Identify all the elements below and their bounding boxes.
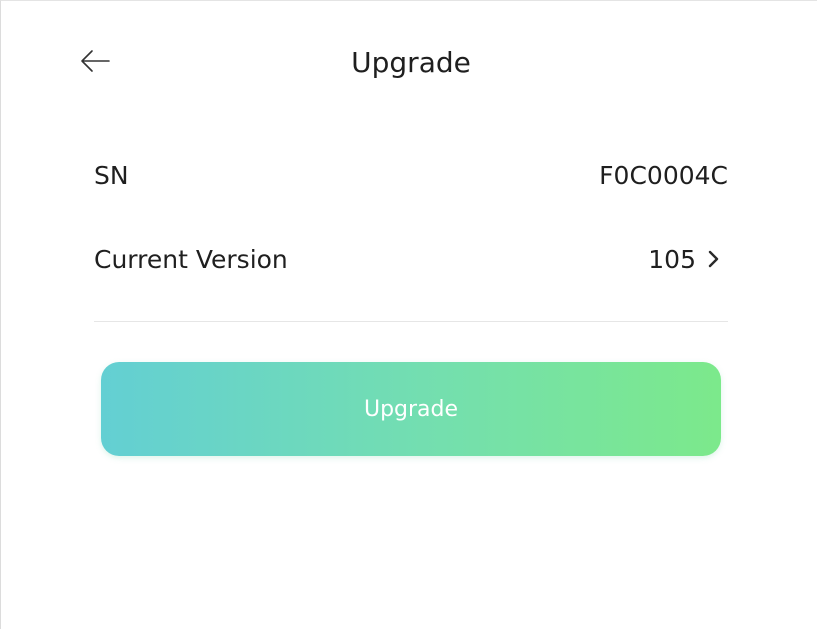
current-version-value: 105	[648, 244, 696, 274]
sn-value: F0C0004C	[599, 160, 728, 190]
header: Upgrade	[1, 1, 817, 131]
upgrade-button[interactable]: Upgrade	[101, 362, 721, 456]
current-version-value-group: 105	[648, 245, 728, 274]
current-version-row[interactable]: Current Version 105	[94, 239, 728, 279]
upgrade-screen: Upgrade SN F0C0004C Current Version 105 …	[0, 0, 817, 629]
sn-label: SN	[94, 160, 129, 190]
divider	[94, 321, 728, 322]
current-version-label: Current Version	[94, 244, 288, 274]
sn-row: SN F0C0004C	[94, 155, 728, 195]
chevron-right-icon	[708, 249, 720, 269]
page-title: Upgrade	[351, 46, 471, 79]
